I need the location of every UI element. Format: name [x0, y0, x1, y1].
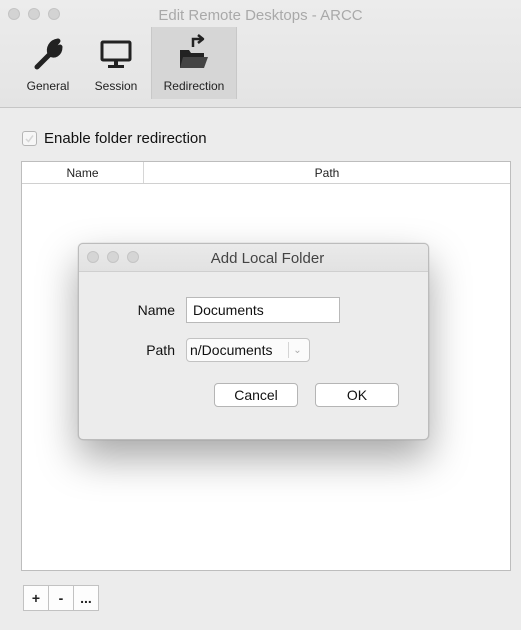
enable-folder-redirection-label: Enable folder redirection — [44, 130, 207, 147]
check-icon — [25, 135, 34, 143]
cancel-button[interactable]: Cancel — [214, 383, 298, 407]
preferences-window: Edit Remote Desktops - ARCC General Sess… — [0, 0, 521, 630]
dialog-title-bar: Add Local Folder — [79, 244, 428, 272]
enable-folder-redirection-checkbox[interactable] — [22, 131, 37, 146]
column-header-path[interactable]: Path — [144, 162, 510, 183]
tab-redirection-label: Redirection — [163, 79, 225, 93]
name-input[interactable] — [186, 297, 340, 323]
path-field-row: Path n/Documents ⌄ — [79, 338, 310, 362]
tab-redirection[interactable]: Redirection — [151, 27, 237, 99]
toolbar: General Session Redirection — [15, 27, 237, 99]
table-header: Name Path — [22, 162, 510, 184]
remove-folder-button[interactable]: - — [48, 585, 74, 611]
ok-button[interactable]: OK — [315, 383, 399, 407]
monitor-icon — [100, 40, 132, 68]
wrench-icon — [34, 38, 63, 70]
title-bar: Edit Remote Desktops - ARCC General Sess… — [0, 0, 521, 108]
name-field-row: Name — [79, 297, 340, 323]
dialog-title: Add Local Folder — [210, 250, 325, 267]
folder-redirect-icon — [180, 34, 208, 68]
path-popup[interactable]: n/Documents ⌄ — [186, 338, 310, 362]
enable-folder-redirection-row[interactable]: Enable folder redirection — [22, 130, 207, 147]
add-local-folder-dialog: Add Local Folder Name Path n/Documents ⌄… — [78, 243, 429, 440]
path-label: Path — [146, 342, 175, 358]
name-label: Name — [137, 302, 175, 318]
tab-general-label: General — [26, 79, 70, 93]
table-actions: + - ... — [23, 585, 99, 611]
tab-session[interactable]: Session — [81, 27, 151, 99]
tab-general[interactable]: General — [15, 27, 81, 99]
tab-session-label: Session — [94, 79, 138, 93]
column-header-name[interactable]: Name — [22, 162, 144, 183]
chevron-down-icon: ⌄ — [288, 342, 306, 358]
path-value: n/Documents — [190, 342, 273, 358]
add-folder-button[interactable]: + — [23, 585, 49, 611]
window-title: Edit Remote Desktops - ARCC — [158, 7, 363, 24]
more-options-button[interactable]: ... — [73, 585, 99, 611]
